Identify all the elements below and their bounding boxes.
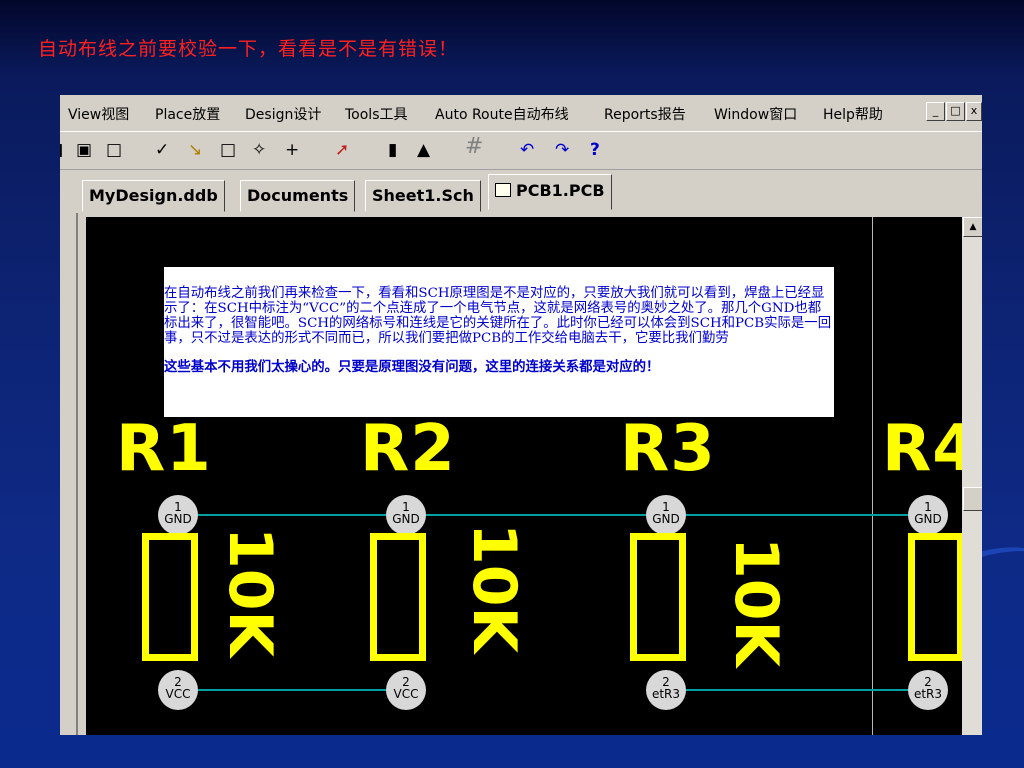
undo-icon[interactable]: ↶ [520,140,534,160]
tab-pcb1[interactable]: PCB1.PCB [488,174,612,210]
wand-icon[interactable]: ➚ [335,140,349,160]
help-icon[interactable]: ? [590,140,600,160]
note-paragraph-1: 在自动布线之前我们再来检查一下，看看和SCH原理图是不是对应的，只要放大我们就可… [164,286,832,346]
pad-r3-2[interactable]: 2 etR3 [646,670,686,710]
scroll-thumb[interactable] [963,487,982,511]
ratsnest-r3 [678,689,938,691]
menu-help[interactable]: Help帮助 [823,104,883,124]
library-icon[interactable]: ▮ [388,140,397,160]
menu-window[interactable]: Window窗口 [714,104,797,124]
select-area-icon[interactable]: □ [220,140,236,160]
minimize-button[interactable]: _ [926,102,945,121]
restore-button[interactable]: □ [946,102,965,121]
pad-net: VCC [165,687,191,701]
menu-tools[interactable]: Tools工具 [345,104,408,124]
ref-r4: R4 [882,412,962,486]
resistor-body-r4 [908,533,962,661]
menu-reports[interactable]: Reports报告 [604,104,686,124]
pad-net: GND [164,512,192,526]
close-button[interactable]: x [966,102,982,121]
protel-window: View视图 Place放置 Design设计 Tools工具 Auto Rou… [60,95,982,735]
move-icon[interactable]: ↘ [188,140,202,160]
pad-net: etR3 [913,687,943,701]
zoom-area-icon[interactable]: □ [106,140,122,160]
slide-title: 自动布线之前要校验一下，看看是不是有错误！ [38,38,459,60]
pad-net: GND [652,512,680,526]
menu-view[interactable]: View视图 [68,104,129,124]
pcb-doc-icon [495,183,511,197]
pcb-canvas[interactable]: 在自动布线之前我们再来检查一下，看看和SCH原理图是不是对应的，只要放大我们就可… [86,217,962,735]
deselect-icon[interactable]: ✧ [252,140,266,160]
ratsnest-gnd [178,514,908,516]
pad-net: GND [914,512,942,526]
pad-r3-1[interactable]: 1 GND [646,495,686,535]
document-tabs: MyDesign.ddb Documents Sheet1.Sch PCB1.P… [60,169,982,214]
cross-icon[interactable]: + [285,140,299,160]
pad-net: GND [392,512,420,526]
pad-net: VCC [393,687,419,701]
resistor-body-r3 [630,533,686,661]
board-edge-line [872,217,873,735]
browse-icon[interactable]: ▲ [417,140,430,160]
pad-r1-1[interactable]: 1 GND [158,495,198,535]
menu-bar: View视图 Place放置 Design设计 Tools工具 Auto Rou… [60,95,982,131]
cut-icon[interactable]: ✓ [155,140,169,160]
tab-mydesign[interactable]: MyDesign.ddb [82,180,225,212]
pad-r2-2[interactable]: 2 VCC [386,670,426,710]
pad-r4-2[interactable]: 2 etR3 [908,670,948,710]
menu-design[interactable]: Design设计 [245,104,321,124]
value-r2: 10K [459,523,529,653]
grid-icon[interactable]: # [465,136,483,158]
resistor-body-r1 [142,533,198,661]
scroll-up-icon[interactable]: ▲ [963,217,982,237]
vertical-scrollbar[interactable]: ▲ [962,217,982,735]
resistor-body-r2 [370,533,426,661]
pad-r2-1[interactable]: 1 GND [386,495,426,535]
pad-net: etR3 [651,687,681,701]
editor-frame: 在自动布线之前我们再来检查一下，看看和SCH原理图是不是对应的，只要放大我们就可… [76,213,982,735]
tab-pcb1-label: PCB1.PCB [516,181,605,200]
menu-place[interactable]: Place放置 [155,104,220,124]
pad-r1-2[interactable]: 2 VCC [158,670,198,710]
tab-sheet1[interactable]: Sheet1.Sch [365,180,481,212]
value-r1: 10K [215,527,285,657]
value-r3: 10K [721,537,791,667]
ref-r3: R3 [620,412,716,486]
ref-r2: R2 [360,412,456,486]
toolbar: ▮ ▣ □ ✓ ↘ □ ✧ + ➚ ▮ ▲ # ↶ ↷ ? [60,131,982,170]
pad-r4-1[interactable]: 1 GND [908,495,948,535]
menu-auto-route[interactable]: Auto Route自动布线 [435,104,569,124]
zoom-fit-icon[interactable]: ▮ [60,140,63,160]
annotation-note: 在自动布线之前我们再来检查一下，看看和SCH原理图是不是对应的，只要放大我们就可… [164,267,834,417]
ref-r1: R1 [116,412,212,486]
ratsnest-vcc [178,689,408,691]
note-paragraph-2: 这些基本不用我们太操心的。只要是原理图没有问题，这里的连接关系都是对应的！ [164,359,660,375]
redo-icon[interactable]: ↷ [555,140,569,160]
zoom-in-icon[interactable]: ▣ [76,140,92,160]
tab-documents[interactable]: Documents [240,180,356,212]
